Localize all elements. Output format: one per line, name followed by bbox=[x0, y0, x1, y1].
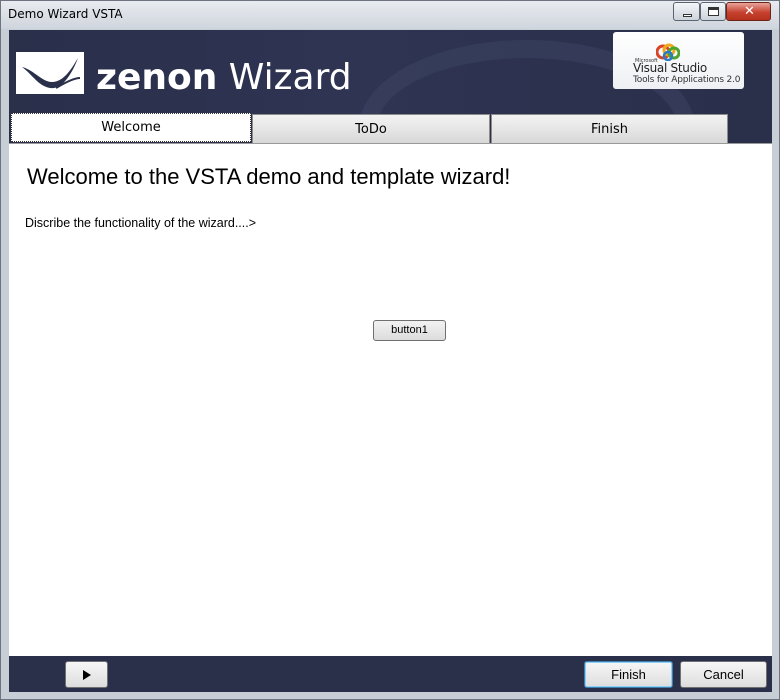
brand-title: zenon Wizard bbox=[96, 58, 352, 98]
cancel-button[interactable]: Cancel bbox=[680, 661, 767, 688]
visual-studio-logo-icon bbox=[656, 43, 680, 61]
minimize-icon bbox=[683, 14, 692, 17]
window-title: Demo Wizard VSTA bbox=[8, 7, 123, 21]
zenon-logo-icon bbox=[16, 52, 84, 94]
brand-bold: zenon bbox=[96, 57, 218, 98]
header-banner: zenon Wizard Microsoft Visual Studio Too… bbox=[9, 30, 772, 114]
wizard-client-area: zenon Wizard Microsoft Visual Studio Too… bbox=[9, 30, 772, 692]
vs-subtitle-text: Tools for Applications 2.0 bbox=[633, 75, 741, 85]
visual-studio-badge: Microsoft Visual Studio Tools for Applic… bbox=[613, 32, 744, 89]
tab-welcome[interactable]: Welcome bbox=[11, 113, 251, 142]
maximize-button[interactable] bbox=[700, 2, 726, 21]
wizard-footer: Finish Cancel bbox=[9, 656, 772, 692]
finish-button[interactable]: Finish bbox=[584, 661, 673, 688]
title-bar[interactable]: Demo Wizard VSTA ✕ bbox=[1, 1, 779, 29]
play-icon bbox=[82, 669, 91, 680]
minimize-button[interactable] bbox=[673, 2, 700, 21]
page-description: Discribe the functionality of the wizard… bbox=[25, 216, 257, 230]
button1[interactable]: button1 bbox=[373, 320, 446, 341]
close-icon: ✕ bbox=[744, 4, 755, 19]
play-button[interactable] bbox=[65, 661, 108, 688]
close-button[interactable]: ✕ bbox=[726, 2, 771, 21]
maximize-icon bbox=[708, 7, 719, 16]
page-title: Welcome to the VSTA demo and template wi… bbox=[27, 164, 511, 189]
wizard-window: Demo Wizard VSTA ✕ zenon Wizard Microsof… bbox=[0, 0, 780, 700]
tab-finish[interactable]: Finish bbox=[491, 114, 728, 143]
tab-todo[interactable]: ToDo bbox=[252, 114, 490, 143]
welcome-page: Welcome to the VSTA demo and template wi… bbox=[9, 143, 772, 657]
vs-product-text: Visual Studio bbox=[633, 61, 707, 75]
brand-light: Wizard bbox=[217, 57, 352, 98]
